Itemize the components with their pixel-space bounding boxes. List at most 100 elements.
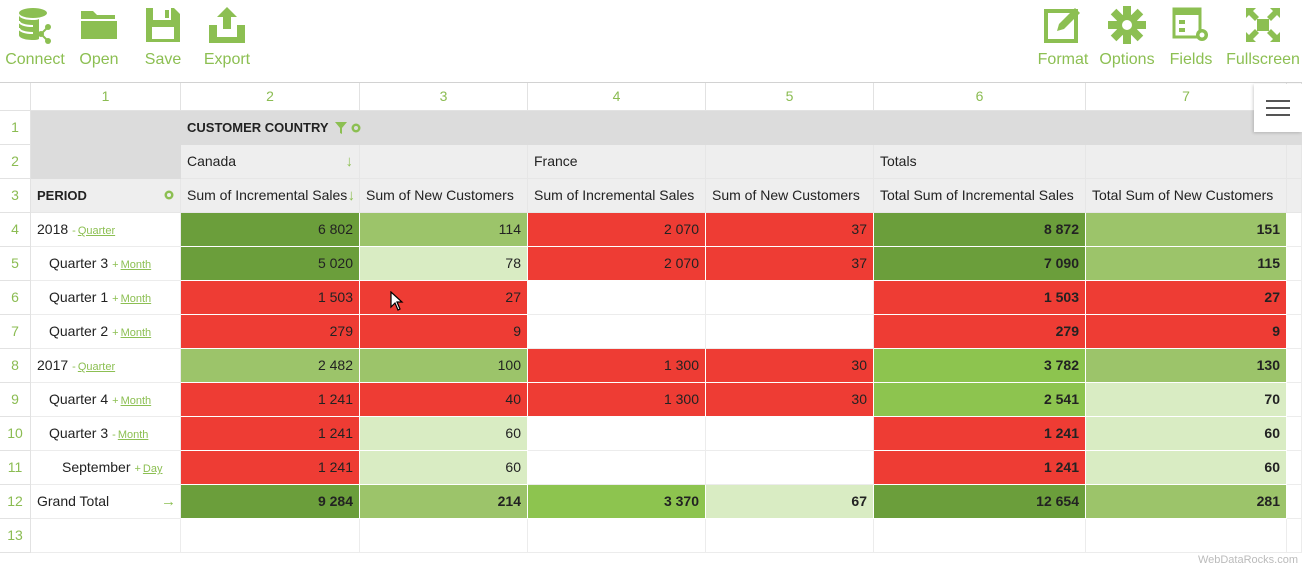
- row-number-header[interactable]: 4: [0, 213, 31, 247]
- data-cell[interactable]: [528, 417, 706, 451]
- grand-total-cell[interactable]: 67: [706, 485, 874, 519]
- data-cell[interactable]: 78: [360, 247, 528, 281]
- row-number-header[interactable]: 3: [0, 179, 31, 213]
- data-cell[interactable]: 1 241: [874, 451, 1086, 485]
- data-cell[interactable]: 3 782: [874, 349, 1086, 383]
- row-number-header[interactable]: 12: [0, 485, 31, 519]
- data-cell[interactable]: 279: [181, 315, 360, 349]
- column-number-header[interactable]: 5: [706, 83, 874, 111]
- data-cell[interactable]: 1 241: [181, 451, 360, 485]
- drill-link[interactable]: Month: [121, 293, 152, 305]
- filter-icon[interactable]: [334, 122, 347, 135]
- empty-cell[interactable]: [528, 519, 706, 553]
- data-cell[interactable]: 1 300: [528, 383, 706, 417]
- data-cell[interactable]: 27: [360, 281, 528, 315]
- customer-country-header[interactable]: CUSTOMER COUNTRY: [181, 111, 1287, 145]
- data-cell[interactable]: 151: [1086, 213, 1287, 247]
- data-cell[interactable]: 30: [706, 383, 874, 417]
- data-cell[interactable]: 37: [706, 213, 874, 247]
- data-cell[interactable]: 9: [1086, 315, 1287, 349]
- country-header-totals[interactable]: Totals: [874, 145, 1086, 179]
- column-number-header[interactable]: 6: [874, 83, 1086, 111]
- data-cell[interactable]: 1 300: [528, 349, 706, 383]
- data-cell[interactable]: 1 241: [181, 383, 360, 417]
- data-cell[interactable]: [528, 315, 706, 349]
- data-cell[interactable]: 1 241: [181, 417, 360, 451]
- data-cell[interactable]: 60: [360, 451, 528, 485]
- data-cell[interactable]: 279: [874, 315, 1086, 349]
- data-cell[interactable]: 60: [1086, 417, 1287, 451]
- data-cell[interactable]: [528, 281, 706, 315]
- format-button[interactable]: Format: [1037, 0, 1089, 78]
- sort-down-arrow-icon[interactable]: ↓: [348, 179, 356, 212]
- save-button[interactable]: Save: [143, 0, 183, 78]
- row-number-header[interactable]: 1: [0, 111, 31, 145]
- grand-total-cell[interactable]: 12 654: [874, 485, 1086, 519]
- grand-total-cell[interactable]: 214: [360, 485, 528, 519]
- data-cell[interactable]: 1 503: [874, 281, 1086, 315]
- measure-header[interactable]: Total Sum of Incremental Sales: [874, 179, 1086, 213]
- data-cell[interactable]: [706, 281, 874, 315]
- data-cell[interactable]: 1 503: [181, 281, 360, 315]
- measure-header[interactable]: Sum of New Customers: [360, 179, 528, 213]
- data-cell[interactable]: 37: [706, 247, 874, 281]
- fullscreen-button[interactable]: Fullscreen: [1225, 0, 1301, 78]
- data-cell[interactable]: 114: [360, 213, 528, 247]
- sort-down-arrow-icon[interactable]: ↓: [346, 145, 354, 178]
- options-button[interactable]: Options: [1099, 0, 1155, 78]
- row-number-header[interactable]: 8: [0, 349, 31, 383]
- measure-header[interactable]: Total Sum of New Customers: [1086, 179, 1287, 213]
- grand-total-cell[interactable]: 3 370: [528, 485, 706, 519]
- data-cell[interactable]: 7 090: [874, 247, 1086, 281]
- data-cell[interactable]: [706, 451, 874, 485]
- gear-icon[interactable]: [350, 122, 362, 134]
- row-number-header[interactable]: 5: [0, 247, 31, 281]
- row-number-header[interactable]: 6: [0, 281, 31, 315]
- data-cell[interactable]: 6 802: [181, 213, 360, 247]
- empty-cell[interactable]: [1086, 519, 1287, 553]
- drill-link[interactable]: Month: [118, 429, 149, 441]
- data-cell[interactable]: 30: [706, 349, 874, 383]
- data-cell[interactable]: 2 070: [528, 213, 706, 247]
- data-cell[interactable]: 2 482: [181, 349, 360, 383]
- column-number-header[interactable]: 2: [181, 83, 360, 111]
- data-cell[interactable]: 60: [1086, 451, 1287, 485]
- drill-link[interactable]: Month: [121, 327, 152, 339]
- column-number-header[interactable]: 3: [360, 83, 528, 111]
- empty-cell[interactable]: [706, 519, 874, 553]
- row-number-header[interactable]: 2: [0, 145, 31, 179]
- empty-cell[interactable]: [874, 519, 1086, 553]
- drill-link[interactable]: Quarter: [78, 225, 115, 237]
- export-button[interactable]: Export: [203, 0, 251, 78]
- data-cell[interactable]: 8 872: [874, 213, 1086, 247]
- period-header[interactable]: PERIOD: [31, 179, 181, 213]
- data-cell[interactable]: 9: [360, 315, 528, 349]
- drill-link[interactable]: Month: [121, 395, 152, 407]
- empty-cell[interactable]: [181, 519, 360, 553]
- column-number-header[interactable]: 1: [31, 83, 181, 111]
- row-number-header[interactable]: 11: [0, 451, 31, 485]
- data-cell[interactable]: 5 020: [181, 247, 360, 281]
- data-cell[interactable]: 60: [360, 417, 528, 451]
- measure-header[interactable]: Sum of Incremental Sales ↓: [181, 179, 360, 213]
- empty-cell[interactable]: [360, 519, 528, 553]
- column-number-header[interactable]: 4: [528, 83, 706, 111]
- drill-link[interactable]: Quarter: [78, 361, 115, 373]
- data-cell[interactable]: 100: [360, 349, 528, 383]
- row-number-header[interactable]: 7: [0, 315, 31, 349]
- data-cell[interactable]: 70: [1086, 383, 1287, 417]
- measure-header[interactable]: Sum of Incremental Sales: [528, 179, 706, 213]
- data-cell[interactable]: 40: [360, 383, 528, 417]
- data-cell[interactable]: [706, 315, 874, 349]
- data-cell[interactable]: 1 241: [874, 417, 1086, 451]
- grand-total-cell[interactable]: 9 284: [181, 485, 360, 519]
- data-cell[interactable]: 2 541: [874, 383, 1086, 417]
- measure-header[interactable]: Sum of New Customers: [706, 179, 874, 213]
- country-header-france[interactable]: France: [528, 145, 706, 179]
- data-cell[interactable]: 2 070: [528, 247, 706, 281]
- gear-icon[interactable]: [163, 179, 175, 212]
- data-cell[interactable]: [528, 451, 706, 485]
- fields-button[interactable]: Fields: [1168, 0, 1214, 78]
- data-cell[interactable]: 27: [1086, 281, 1287, 315]
- grid-menu-button[interactable]: [1254, 84, 1302, 132]
